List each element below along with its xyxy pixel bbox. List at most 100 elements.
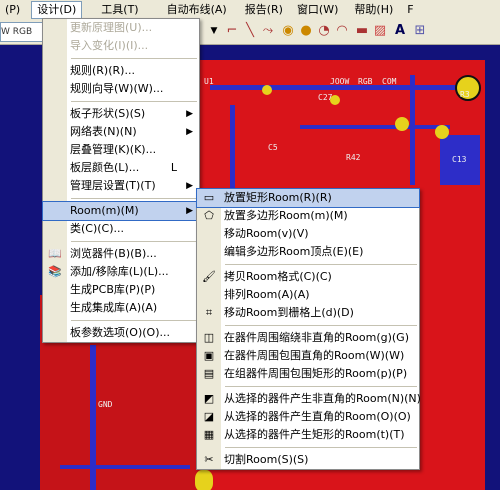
room_menu-item-4[interactable]: 🖌 拷贝Room格式(C)(C) — [197, 268, 419, 286]
silkscreen-label: COM — [382, 77, 397, 86]
fill-icon[interactable]: ▬ — [354, 23, 370, 39]
menu-item-label: 从选择的器件产生直角的Room(O)(O) — [224, 410, 411, 423]
design_menu-item-1: 导入变化(I)(I)... — [43, 37, 199, 55]
menu-design[interactable]: 设计(D) — [31, 1, 83, 19]
submenu-arrow-icon: ▶ — [186, 206, 193, 216]
room-ortho-icon: ◫ — [203, 331, 215, 344]
design_menu-item-12[interactable]: 📚 添加/移除库(L)(L)... — [43, 263, 199, 281]
design_menu-item-6[interactable]: 层叠管理(K)(K)... — [43, 141, 199, 159]
menu-item-label: 在器件周围包围直角的Room(W)(W) — [224, 349, 405, 362]
menu-item-label: 添加/移除库(L)(L)... — [70, 265, 169, 278]
room_menu-item-12[interactable]: ▦ 从选择的器件产生矩形的Room(t)(T) — [197, 426, 419, 444]
menu-item-label: 板参数选项(O)(O)... — [70, 326, 170, 339]
rect-room-icon: ▭ — [203, 191, 215, 204]
menu-help[interactable]: 帮助(H) — [349, 1, 398, 19]
design_menu-item-13[interactable]: 生成PCB库(P)(P) — [43, 281, 199, 299]
menu-separator — [225, 264, 417, 265]
grid-move-icon: ⌗ — [205, 306, 213, 319]
trace — [60, 465, 190, 469]
menu-separator — [71, 101, 197, 102]
layer-combo[interactable]: W RGB CO — [0, 22, 46, 42]
room_menu-item-0[interactable]: ▭ 放置矩形Room(R)(R) — [196, 188, 420, 208]
arc-icon[interactable]: ◔ — [316, 23, 332, 39]
menu-separator — [71, 241, 197, 242]
design_menu-item-15[interactable]: 板参数选项(O)(O)... — [43, 324, 199, 342]
menu-item-label: 规则(R)(R)... — [70, 64, 135, 77]
room-sel2-icon: ◪ — [203, 410, 215, 423]
menu-item-label: 更新原理图(U)... — [70, 21, 153, 34]
room_menu-item-6[interactable]: ⌗ 移动Room到栅格上(d)(D) — [197, 304, 419, 322]
menu-item-label: 放置多边形Room(m)(M) — [224, 209, 348, 222]
silkscreen-label: GND — [98, 400, 113, 409]
submenu-arrow-icon: ▶ — [186, 127, 193, 137]
design_menu-item-4[interactable]: 板子形状(S)(S) ▶ — [43, 105, 199, 123]
menu-tools[interactable]: 工具(T) — [96, 1, 143, 19]
submenu-arrow-icon: ▶ — [186, 109, 193, 119]
menu-autoroute[interactable]: 自动布线(A) — [162, 1, 232, 19]
room_menu-item-1[interactable]: ⬠ 放置多边形Room(m)(M) — [197, 207, 419, 225]
interactive-route-icon[interactable]: ⤳ — [260, 23, 276, 39]
room_menu-item-11[interactable]: ◪ 从选择的器件产生直角的Room(O)(O) — [197, 408, 419, 426]
menu-item-label: 从选择的器件产生矩形的Room(t)(T) — [224, 428, 405, 441]
via-icon[interactable]: ● — [298, 23, 314, 39]
menu-project[interactable]: (P) — [0, 1, 25, 19]
silkscreen-label: C5 — [268, 143, 278, 152]
design_menu-item-7[interactable]: 板层颜色(L)... L — [43, 159, 199, 177]
silkscreen-label: C13 — [452, 155, 467, 164]
menu-separator — [225, 386, 417, 387]
design_menu-item-5[interactable]: 网络表(N)(N) ▶ — [43, 123, 199, 141]
room_menu-item-2[interactable]: 移动Room(v)(V) — [197, 225, 419, 243]
design_menu-item-14[interactable]: 生成集成库(A)(A) — [43, 299, 199, 317]
coordinate-icon[interactable]: ⊞ — [412, 23, 428, 39]
menu-reports[interactable]: 报告(R) — [240, 1, 288, 19]
brush-icon: 🖌 — [202, 270, 216, 283]
design_menu-item-2[interactable]: 规则(R)(R)... — [43, 62, 199, 80]
wire-tool-icon[interactable]: ⌐ — [224, 23, 240, 39]
design_menu-item-8[interactable]: 管理层设置(T)(T) ▶ — [43, 177, 199, 195]
library-icon: 📖 — [48, 247, 62, 260]
route-tool-icon[interactable]: ╲ — [242, 23, 258, 39]
menu-item-label: 编辑多边形Room顶点(E)(E) — [224, 245, 364, 258]
room_menu-item-3[interactable]: 编辑多边形Room顶点(E)(E) — [197, 243, 419, 261]
menu-item-label: 网络表(N)(N) — [70, 125, 137, 138]
menu-separator — [71, 198, 197, 199]
menu-item-label: 生成PCB库(P)(P) — [70, 283, 156, 296]
trace — [300, 125, 450, 129]
menu-item-label: 在组器件周围包围矩形的Room(p)(P) — [224, 367, 408, 380]
silkscreen-label: RGB — [358, 77, 373, 86]
design_menu-item-9[interactable]: Room(m)(M) ▶ — [42, 201, 200, 221]
pad-icon[interactable]: ◉ — [280, 23, 296, 39]
room_menu-item-8[interactable]: ▣ 在器件周围包围直角的Room(W)(W) — [197, 347, 419, 365]
room_menu-item-13[interactable]: ✂ 切割Room(S)(S) — [197, 451, 419, 469]
design_menu-item-11[interactable]: 📖 浏览器件(B)(B)... — [43, 245, 199, 263]
design_menu-item-10[interactable]: 类(C)(C)... — [43, 220, 199, 238]
room_menu-item-5[interactable]: 排列Room(A)(A) — [197, 286, 419, 304]
menu-item-label: 移动Room到栅格上(d)(D) — [224, 306, 354, 319]
menu-item-shortcut: L — [170, 161, 177, 174]
design_menu-item-3[interactable]: 规则向导(W)(W)... — [43, 80, 199, 98]
menu-separator — [71, 58, 197, 59]
menu-item-label: Room(m)(M) — [70, 204, 139, 217]
pad — [435, 125, 449, 139]
room_menu-item-9[interactable]: ▤ 在组器件周围包围矩形的Room(p)(P) — [197, 365, 419, 383]
menu-item-label: 导入变化(I)(I)... — [70, 39, 149, 52]
silkscreen-label: U1 — [204, 77, 214, 86]
menu-window[interactable]: 窗口(W) — [292, 1, 343, 19]
text-tool-icon[interactable]: A — [392, 23, 408, 39]
menu-item-label: 切割Room(S)(S) — [224, 453, 309, 466]
dropdown-arrow-icon[interactable]: ▼ — [208, 23, 220, 39]
pad — [262, 85, 272, 95]
design_menu-item-0: 更新原理图(U)... — [43, 19, 199, 37]
arc-center-icon[interactable]: ◠ — [334, 23, 350, 39]
room-group-icon: ▤ — [203, 367, 215, 380]
menu-extra[interactable]: F — [402, 1, 418, 19]
room_menu-item-10[interactable]: ◩ 从选择的器件产生非直角的Room(N)(N) — [197, 390, 421, 408]
menu-separator — [225, 447, 417, 448]
menu-item-label: 放置矩形Room(R)(R) — [224, 191, 332, 204]
room_menu-item-7[interactable]: ◫ 在器件周围缩绕非直角的Room(g)(G) — [197, 329, 419, 347]
submenu-arrow-icon: ▶ — [186, 181, 193, 191]
menu-item-label: 层叠管理(K)(K)... — [70, 143, 157, 156]
menu-item-label: 浏览器件(B)(B)... — [70, 247, 157, 260]
polygon-icon[interactable]: ▨ — [372, 23, 388, 39]
design-menu: 更新原理图(U)... 导入变化(I)(I)... 规则(R)(R)... 规则向导(… — [42, 18, 200, 343]
